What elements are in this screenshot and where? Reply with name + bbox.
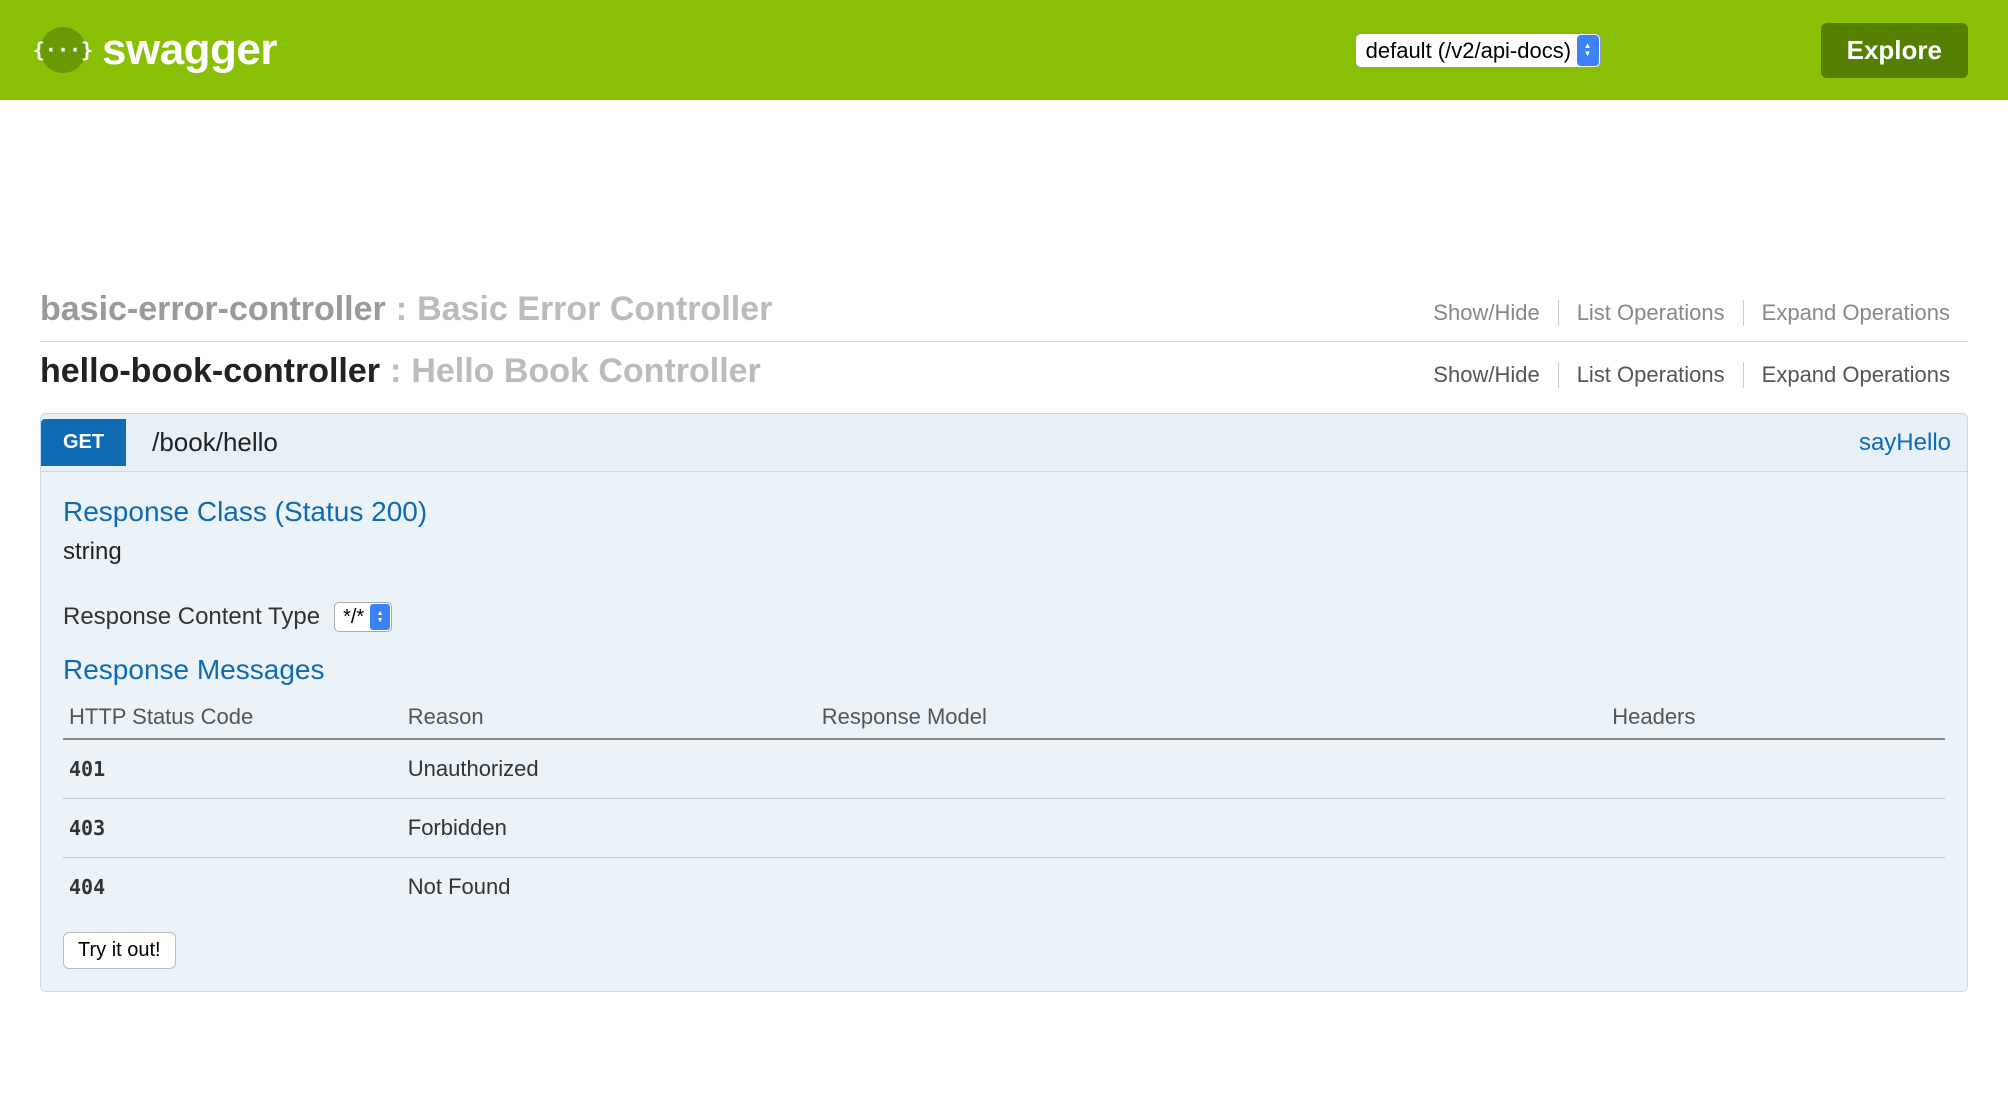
status-reason: Not Found	[402, 858, 816, 917]
status-model	[816, 858, 1606, 917]
th-status: HTTP Status Code	[63, 696, 402, 739]
operation-body: Response Class (Status 200) string Respo…	[41, 472, 1967, 991]
response-model: string	[63, 538, 1945, 566]
swagger-logo-icon: {···}	[40, 27, 86, 73]
controller-description: Hello Book Controller	[411, 352, 760, 391]
controller-description: Basic Error Controller	[417, 290, 772, 329]
brand-text: swagger	[102, 25, 277, 75]
controller-name[interactable]: basic-error-controller	[40, 290, 386, 329]
response-messages-table: HTTP Status Code Reason Response Model H…	[63, 696, 1945, 916]
table-row: 404 Not Found	[63, 858, 1945, 917]
list-operations-link[interactable]: List Operations	[1559, 300, 1743, 326]
show-hide-link[interactable]: Show/Hide	[1415, 362, 1557, 388]
show-hide-link[interactable]: Show/Hide	[1415, 300, 1557, 326]
content-type-row: Response Content Type */*	[63, 602, 1945, 632]
operation-header[interactable]: GET /book/hello sayHello	[41, 414, 1967, 472]
explore-button[interactable]: Explore	[1821, 23, 1968, 78]
controller-links: Show/Hide List Operations Expand Operati…	[1415, 362, 1968, 388]
content-type-label: Response Content Type	[63, 603, 320, 631]
spec-select-wrap: default (/v2/api-docs)	[1355, 33, 1601, 68]
spec-select[interactable]: default (/v2/api-docs)	[1355, 33, 1601, 68]
status-headers	[1606, 858, 1945, 917]
controller-separator: :	[396, 290, 407, 329]
status-code: 403	[63, 799, 402, 858]
topbar: {···} swagger default (/v2/api-docs) Exp…	[0, 0, 2008, 100]
status-headers	[1606, 739, 1945, 799]
status-headers	[1606, 799, 1945, 858]
content-type-select[interactable]: */*	[334, 602, 392, 632]
controller-separator: :	[390, 352, 401, 391]
status-model	[816, 799, 1606, 858]
response-class-title: Response Class (Status 200)	[63, 496, 1945, 528]
status-code: 401	[63, 739, 402, 799]
response-messages-title: Response Messages	[63, 654, 1945, 686]
main-container: basic-error-controller : Basic Error Con…	[0, 100, 2008, 1032]
expand-operations-link[interactable]: Expand Operations	[1744, 300, 1968, 326]
list-operations-link[interactable]: List Operations	[1559, 362, 1743, 388]
operation-path[interactable]: /book/hello	[152, 427, 278, 458]
status-model	[816, 739, 1606, 799]
operation-nickname[interactable]: sayHello	[1859, 429, 1951, 457]
status-code: 404	[63, 858, 402, 917]
controller-name[interactable]: hello-book-controller	[40, 352, 380, 391]
operation: GET /book/hello sayHello Response Class …	[40, 413, 1968, 992]
th-reason: Reason	[402, 696, 816, 739]
status-reason: Unauthorized	[402, 739, 816, 799]
status-reason: Forbidden	[402, 799, 816, 858]
th-headers: Headers	[1606, 696, 1945, 739]
controller-links: Show/Hide List Operations Expand Operati…	[1415, 300, 1968, 326]
try-it-out-button[interactable]: Try it out!	[63, 932, 176, 969]
method-badge: GET	[41, 419, 126, 466]
table-row: 403 Forbidden	[63, 799, 1945, 858]
th-model: Response Model	[816, 696, 1606, 739]
table-row: 401 Unauthorized	[63, 739, 1945, 799]
expand-operations-link[interactable]: Expand Operations	[1744, 362, 1968, 388]
controller-row: basic-error-controller : Basic Error Con…	[40, 280, 1968, 342]
controller-row: hello-book-controller : Hello Book Contr…	[40, 342, 1968, 403]
brand[interactable]: {···} swagger	[40, 25, 277, 75]
